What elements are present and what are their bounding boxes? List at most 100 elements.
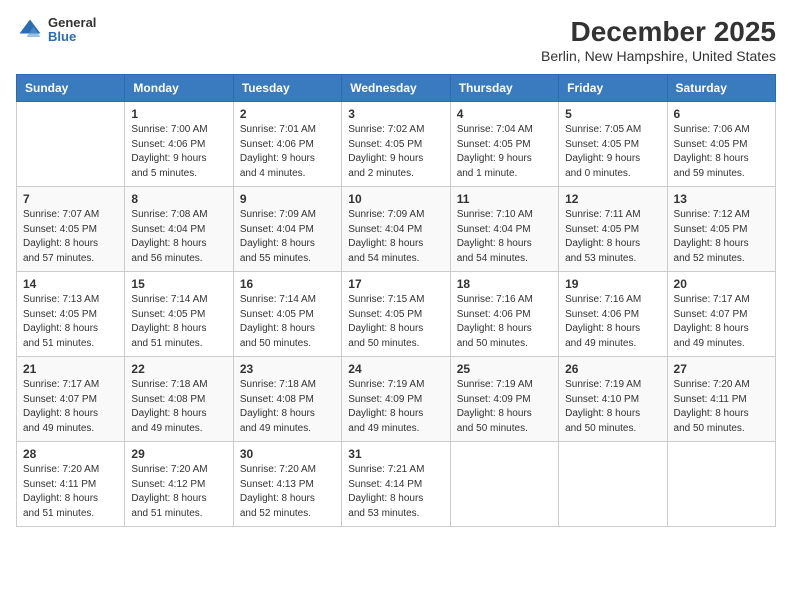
calendar-cell: 6Sunrise: 7:06 AMSunset: 4:05 PMDaylight… [667,102,775,187]
calendar-day-header: Wednesday [342,75,450,102]
calendar-day-header: Tuesday [233,75,341,102]
logo: General Blue [16,16,96,45]
day-number: 27 [674,362,769,376]
day-number: 12 [565,192,660,206]
calendar-cell: 10 Sunrise: 7:09 AMSunset: 4:04 PMDayligh… [342,187,450,272]
logo-general-text: General [48,16,96,30]
day-number: 26 [565,362,660,376]
logo-blue-text: Blue [48,30,96,44]
day-info: Sunrise: 7:18 AMSunset: 4:08 PMDaylight:… [240,378,335,436]
calendar-cell: 4 Sunrise: 7:04 AMSunset: 4:05 PMDaylight… [450,102,558,187]
calendar-day-header: Sunday [17,75,125,102]
day-number: 30 [240,447,335,461]
calendar-table: SundayMondayTuesdayWednesdayThursdayFrid… [16,74,776,527]
day-number: 9 [240,192,335,206]
page-header: General Blue December 2025 Berlin, New H… [16,16,776,64]
day-number: 4 [457,107,552,121]
calendar-day-header: Thursday [450,75,558,102]
calendar-cell: 2Sunrise: 7:01 AMSunset: 4:06 PMDaylight… [233,102,341,187]
day-number: 20 [674,277,769,291]
day-info: Sunrise: 7:10 AMSunset: 4:04 PMDaylight:… [457,208,552,266]
calendar-cell: 8 Sunrise: 7:08 AMSunset: 4:04 PMDaylight… [125,187,233,272]
day-number: 10 [348,192,443,206]
day-number: 8 [131,192,226,206]
day-info: Sunrise: 7:20 AMSunset: 4:11 PMDaylight:… [674,378,769,436]
calendar-week-row: 14Sunrise: 7:13 AMSunset: 4:05 PMDayligh… [17,272,776,357]
calendar-cell: 26 Sunrise: 7:19 AMSunset: 4:10 PMDayligh… [559,357,667,442]
calendar-week-row: 7Sunrise: 7:07 AMSunset: 4:05 PMDaylight… [17,187,776,272]
calendar-week-row: 1 Sunrise: 7:00 AMSunset: 4:06 PMDaylight… [17,102,776,187]
day-info: Sunrise: 7:16 AMSunset: 4:06 PMDaylight:… [565,293,660,351]
day-number: 29 [131,447,226,461]
logo-text: General Blue [48,16,96,45]
calendar-cell: 24Sunrise: 7:19 AMSunset: 4:09 PMDayligh… [342,357,450,442]
calendar-cell: 11 Sunrise: 7:10 AMSunset: 4:04 PMDayligh… [450,187,558,272]
day-number: 13 [674,192,769,206]
day-number: 19 [565,277,660,291]
calendar-cell: 17 Sunrise: 7:15 AMSunset: 4:05 PMDayligh… [342,272,450,357]
day-info: Sunrise: 7:18 AMSunset: 4:08 PMDaylight:… [131,378,226,436]
day-number: 16 [240,277,335,291]
day-number: 21 [23,362,118,376]
calendar-day-header: Friday [559,75,667,102]
day-info: Sunrise: 7:15 AMSunset: 4:05 PMDaylight:… [348,293,443,351]
day-number: 22 [131,362,226,376]
calendar-cell: 30 Sunrise: 7:20 AMSunset: 4:13 PMDayligh… [233,442,341,527]
page-title: December 2025 [541,16,776,48]
calendar-day-header: Monday [125,75,233,102]
day-number: 11 [457,192,552,206]
calendar-cell: 29 Sunrise: 7:20 AMSunset: 4:12 PMDayligh… [125,442,233,527]
day-info: Sunrise: 7:19 AMSunset: 4:10 PMDaylight:… [565,378,660,436]
day-info: Sunrise: 7:12 AMSunset: 4:05 PMDaylight:… [674,208,769,266]
day-info: Sunrise: 7:16 AMSunset: 4:06 PMDaylight:… [457,293,552,351]
day-number: 25 [457,362,552,376]
calendar-cell [559,442,667,527]
page-subtitle: Berlin, New Hampshire, United States [541,48,776,64]
day-info: Sunrise: 7:20 AMSunset: 4:13 PMDaylight:… [240,463,335,521]
day-number: 1 [131,107,226,121]
calendar-cell: 1 Sunrise: 7:00 AMSunset: 4:06 PMDaylight… [125,102,233,187]
day-number: 3 [348,107,443,121]
day-info: Sunrise: 7:20 AMSunset: 4:11 PMDaylight:… [23,463,118,521]
calendar-cell: 13 Sunrise: 7:12 AMSunset: 4:05 PMDayligh… [667,187,775,272]
day-number: 15 [131,277,226,291]
day-number: 23 [240,362,335,376]
day-info: Sunrise: 7:14 AMSunset: 4:05 PMDaylight:… [131,293,226,351]
day-info: Sunrise: 7:21 AMSunset: 4:14 PMDaylight:… [348,463,443,521]
calendar-cell: 23 Sunrise: 7:18 AMSunset: 4:08 PMDayligh… [233,357,341,442]
calendar-cell [17,102,125,187]
logo-icon [16,16,44,44]
day-info: Sunrise: 7:17 AMSunset: 4:07 PMDaylight:… [23,378,118,436]
calendar-cell: 14Sunrise: 7:13 AMSunset: 4:05 PMDayligh… [17,272,125,357]
day-number: 5 [565,107,660,121]
day-info: Sunrise: 7:19 AMSunset: 4:09 PMDaylight:… [457,378,552,436]
calendar-cell: 3Sunrise: 7:02 AMSunset: 4:05 PMDaylight… [342,102,450,187]
title-block: December 2025 Berlin, New Hampshire, Uni… [541,16,776,64]
calendar-cell [450,442,558,527]
calendar-cell: 7Sunrise: 7:07 AMSunset: 4:05 PMDaylight… [17,187,125,272]
calendar-cell: 5Sunrise: 7:05 AMSunset: 4:05 PMDaylight… [559,102,667,187]
day-info: Sunrise: 7:08 AMSunset: 4:04 PMDaylight:… [131,208,226,266]
day-info: Sunrise: 7:09 AMSunset: 4:04 PMDaylight:… [240,208,335,266]
calendar-cell: 28Sunrise: 7:20 AMSunset: 4:11 PMDayligh… [17,442,125,527]
calendar-cell: 18 Sunrise: 7:16 AMSunset: 4:06 PMDayligh… [450,272,558,357]
day-number: 17 [348,277,443,291]
calendar-cell: 22 Sunrise: 7:18 AMSunset: 4:08 PMDayligh… [125,357,233,442]
calendar-cell: 16 Sunrise: 7:14 AMSunset: 4:05 PMDayligh… [233,272,341,357]
day-info: Sunrise: 7:01 AMSunset: 4:06 PMDaylight:… [240,123,335,181]
day-info: Sunrise: 7:13 AMSunset: 4:05 PMDaylight:… [23,293,118,351]
day-info: Sunrise: 7:17 AMSunset: 4:07 PMDaylight:… [674,293,769,351]
calendar-cell [667,442,775,527]
day-number: 31 [348,447,443,461]
day-info: Sunrise: 7:11 AMSunset: 4:05 PMDaylight:… [565,208,660,266]
day-info: Sunrise: 7:07 AMSunset: 4:05 PMDaylight:… [23,208,118,266]
day-info: Sunrise: 7:20 AMSunset: 4:12 PMDaylight:… [131,463,226,521]
calendar-week-row: 21 Sunrise: 7:17 AMSunset: 4:07 PMDayligh… [17,357,776,442]
calendar-cell: 27 Sunrise: 7:20 AMSunset: 4:11 PMDayligh… [667,357,775,442]
day-info: Sunrise: 7:04 AMSunset: 4:05 PMDaylight:… [457,123,552,181]
day-info: Sunrise: 7:00 AMSunset: 4:06 PMDaylight:… [131,123,226,181]
day-info: Sunrise: 7:09 AMSunset: 4:04 PMDaylight:… [348,208,443,266]
calendar-body: 1 Sunrise: 7:00 AMSunset: 4:06 PMDaylight… [17,102,776,527]
day-number: 18 [457,277,552,291]
day-info: Sunrise: 7:14 AMSunset: 4:05 PMDaylight:… [240,293,335,351]
